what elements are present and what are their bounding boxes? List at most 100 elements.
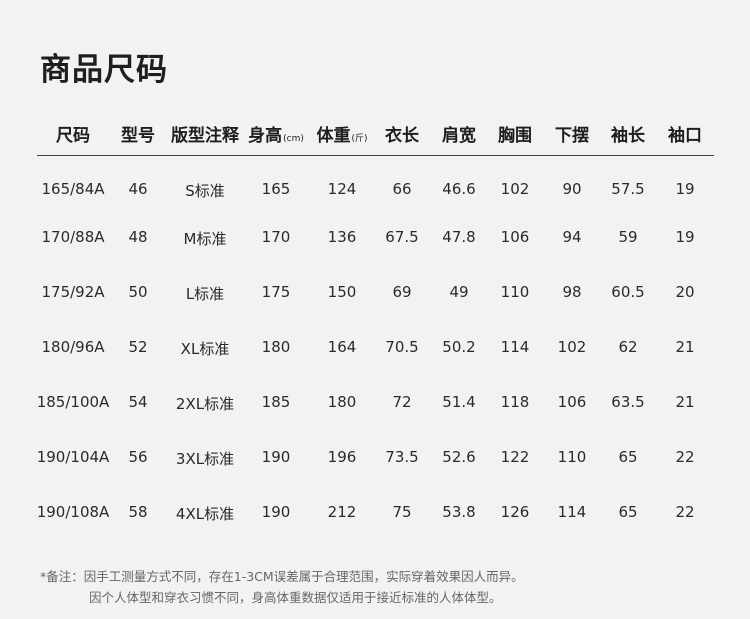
- table-row: 190/108A 58 4XL标准 190 212 75 53.8 126 114 65 22: [37, 497, 714, 527]
- table-cell: 53.8: [442, 503, 476, 521]
- column-header: 尺码: [56, 121, 90, 146]
- column-header-unit: (斤): [351, 134, 368, 144]
- table-cell: 52: [128, 338, 148, 356]
- table-cell: 19: [675, 180, 695, 198]
- table-cell: 3XL标准: [175, 450, 235, 468]
- table-cell: 110: [557, 448, 587, 466]
- table-cell: 180: [327, 393, 357, 411]
- table-cell: 185/100A: [36, 393, 110, 411]
- table-cell: 124: [327, 180, 357, 198]
- table-cell: 22: [675, 448, 695, 466]
- page-title: 商品尺码: [40, 52, 168, 88]
- table-cell: 106: [500, 228, 530, 246]
- column-header-label: 袖口: [668, 126, 702, 146]
- table-cell: 69: [392, 283, 412, 301]
- table-cell: 73.5: [385, 448, 419, 466]
- size-table: 尺码 型号 版型注释 身高(cm) 体重(斤) 衣长 肩宽 胸围 下摆 袖长 袖口 165/84A 4…: [37, 114, 714, 523]
- table-cell: 122: [500, 448, 530, 466]
- table-cell: 118: [500, 393, 530, 411]
- note-line-1: *备注：因手工测量方式不同，存在1-3CM误差属于合理范围，实际穿着效果因人而异…: [40, 569, 524, 584]
- table-cell: 175/92A: [41, 283, 105, 301]
- column-header: 袖长: [611, 121, 645, 146]
- table-cell: 54: [128, 393, 148, 411]
- table-cell: 75: [392, 503, 412, 521]
- table-cell: 185: [261, 393, 291, 411]
- table-cell: 102: [557, 338, 587, 356]
- table-cell: 66: [392, 180, 412, 198]
- table-cell: 48: [128, 228, 148, 246]
- column-header: 胸围: [498, 121, 532, 146]
- table-cell: 46: [128, 180, 148, 198]
- table-cell: 52.6: [442, 448, 476, 466]
- table-cell: 56: [128, 448, 148, 466]
- table-cell: 150: [327, 283, 357, 301]
- table-row: 175/92A 50 L标准 175 150 69 49 110 98 60.5 20: [37, 277, 714, 307]
- table-cell: 21: [675, 338, 695, 356]
- table-cell: 67.5: [385, 228, 419, 246]
- column-header-label: 体重: [316, 126, 351, 146]
- table-cell: 170/88A: [41, 228, 105, 246]
- table-cell: S标准: [185, 182, 225, 200]
- table-cell: 196: [327, 448, 357, 466]
- column-header: 体重(斤): [316, 121, 367, 146]
- table-cell: 175: [261, 283, 291, 301]
- table-cell: 165: [261, 180, 291, 198]
- table-cell: 2XL标准: [175, 395, 235, 413]
- table-cell: 72: [392, 393, 412, 411]
- table-cell: 19: [675, 228, 695, 246]
- column-header-unit: (cm): [283, 134, 304, 144]
- table-cell: 98: [562, 283, 582, 301]
- table-cell: 4XL标准: [175, 505, 235, 523]
- table-cell: 110: [500, 283, 530, 301]
- table-cell: 58: [128, 503, 148, 521]
- table-cell: 190/104A: [36, 448, 110, 466]
- table-cell: 190: [261, 503, 291, 521]
- table-row: 185/100A 54 2XL标准 185 180 72 51.4 118 106 63.5 21: [37, 387, 714, 417]
- column-header-label: 版型注释: [171, 126, 239, 146]
- column-header: 袖口: [668, 121, 702, 146]
- table-cell: 190: [261, 448, 291, 466]
- table-cell: 57.5: [611, 180, 645, 198]
- table-cell: 70.5: [385, 338, 419, 356]
- column-header: 下摆: [555, 121, 589, 146]
- column-header: 肩宽: [442, 121, 476, 146]
- note-line-2: 因个人体型和穿衣习惯不同，身高体重数据仅适用于接近标准的人体体型。: [89, 590, 502, 605]
- table-cell: XL标准: [180, 340, 230, 358]
- table-cell: 59: [618, 228, 638, 246]
- column-header-label: 尺码: [56, 126, 90, 146]
- column-header: 身高(cm): [248, 121, 304, 146]
- column-header-label: 下摆: [555, 126, 589, 146]
- table-cell: 65: [618, 448, 638, 466]
- table-row: 170/88A 48 M标准 170 136 67.5 47.8 106 94 59 19: [37, 222, 714, 252]
- table-cell: 114: [557, 503, 587, 521]
- table-header: 尺码 型号 版型注释 身高(cm) 体重(斤) 衣长 肩宽 胸围 下摆 袖长 袖口: [37, 114, 714, 156]
- column-header-label: 肩宽: [442, 126, 476, 146]
- column-header: 型号: [121, 121, 155, 146]
- table-cell: 62: [618, 338, 638, 356]
- table-cell: M标准: [183, 230, 227, 248]
- table-cell: 136: [327, 228, 357, 246]
- table-cell: 126: [500, 503, 530, 521]
- table-cell: 114: [500, 338, 530, 356]
- table-cell: 164: [327, 338, 357, 356]
- table-cell: 63.5: [611, 393, 645, 411]
- table-cell: 65: [618, 503, 638, 521]
- table-cell: 21: [675, 393, 695, 411]
- table-cell: 50.2: [442, 338, 476, 356]
- table-cell: 50: [128, 283, 148, 301]
- column-header-label: 胸围: [498, 126, 532, 146]
- column-header: 衣长: [385, 121, 419, 146]
- table-cell: 180/96A: [41, 338, 105, 356]
- table-cell: 190/108A: [36, 503, 110, 521]
- table-cell: 60.5: [611, 283, 645, 301]
- table-cell: 180: [261, 338, 291, 356]
- column-header: 版型注释: [171, 121, 239, 146]
- column-header-label: 身高: [248, 126, 283, 146]
- table-cell: 20: [675, 283, 695, 301]
- size-note: *备注：因手工测量方式不同，存在1-3CM误差属于合理范围，实际穿着效果因人而异…: [40, 566, 524, 608]
- table-cell: 51.4: [442, 393, 476, 411]
- column-header-label: 型号: [121, 126, 155, 146]
- column-header-label: 衣长: [385, 126, 419, 146]
- table-cell: L标准: [185, 285, 225, 303]
- table-cell: 46.6: [442, 180, 476, 198]
